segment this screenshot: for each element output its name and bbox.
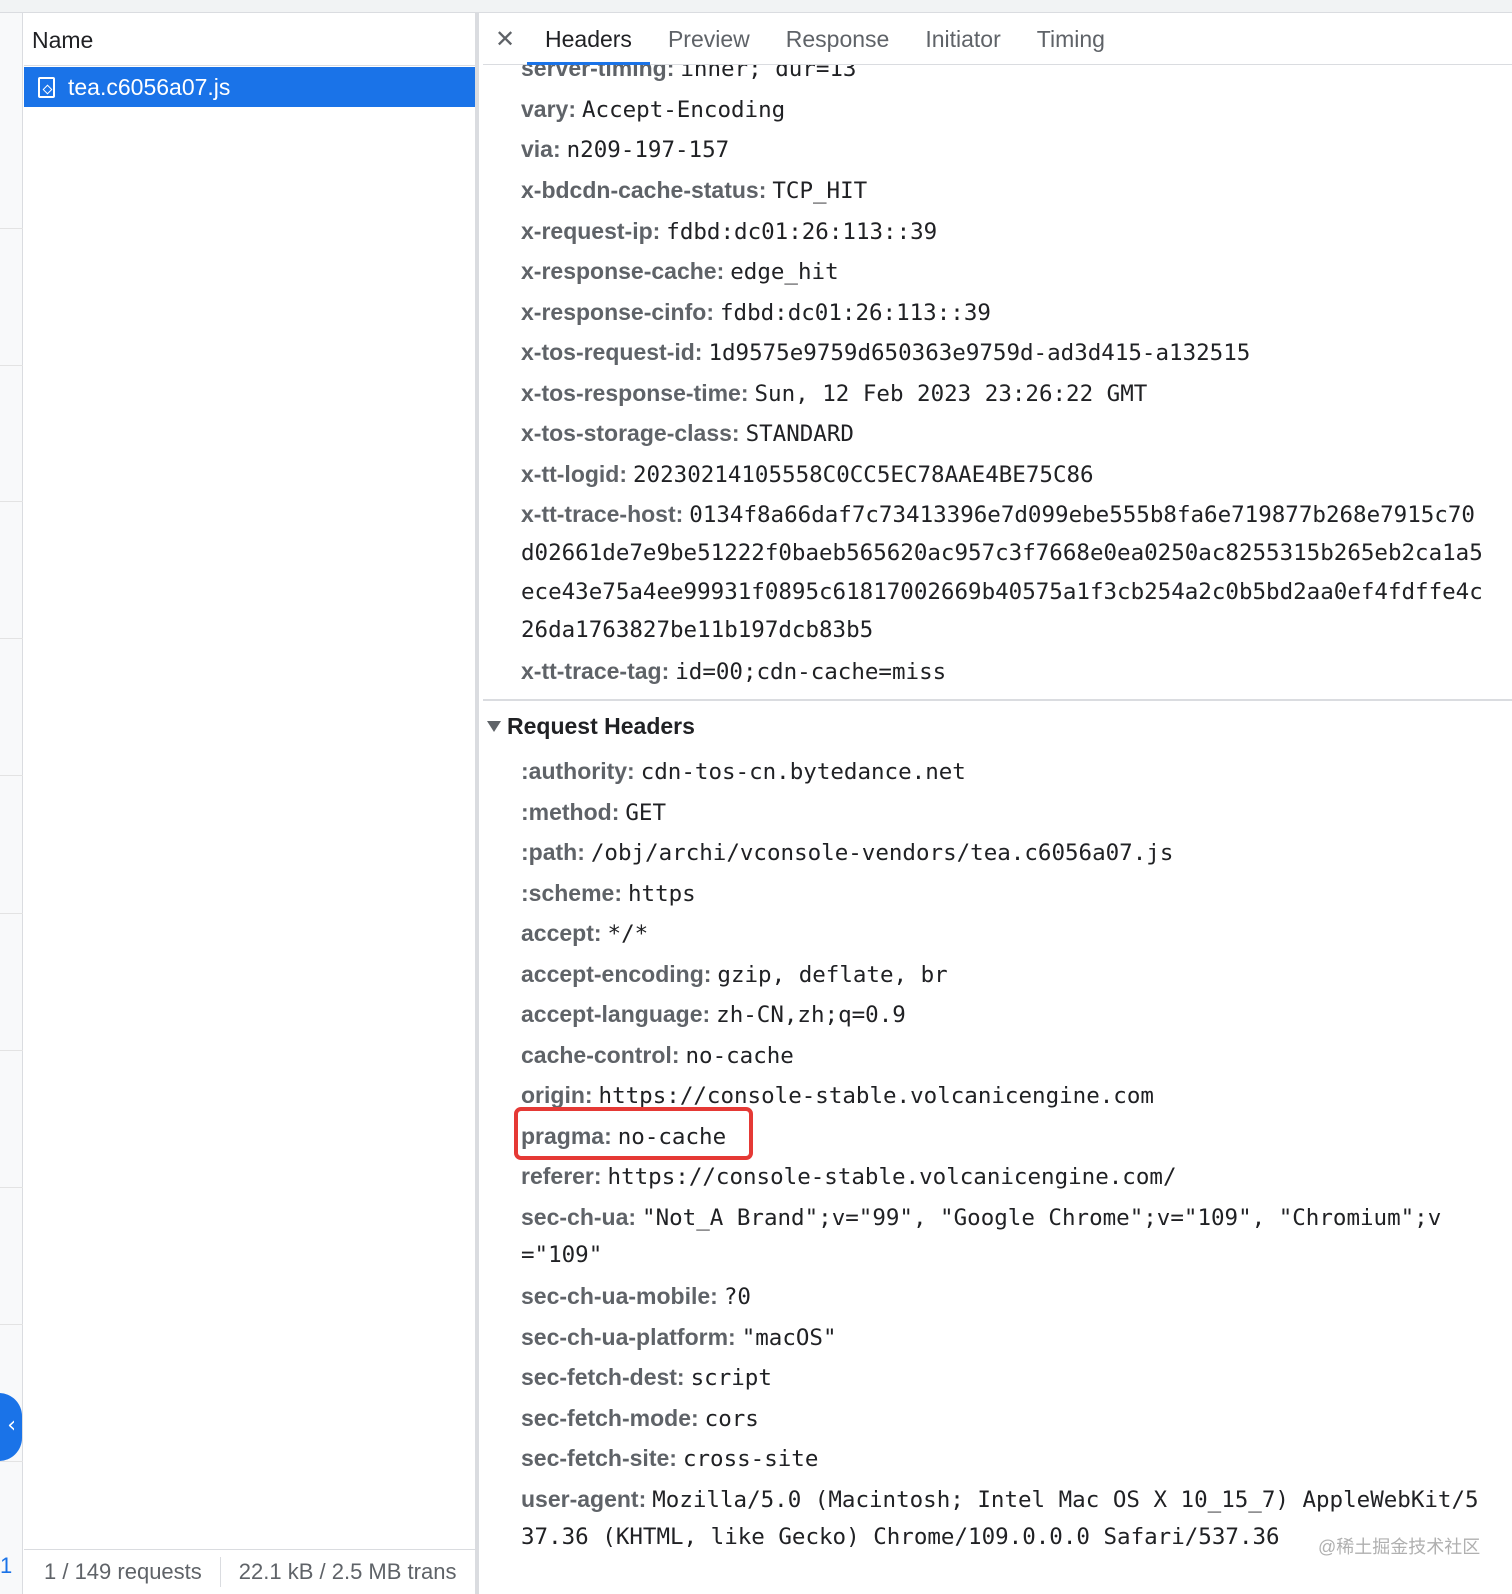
header-row: :path:/obj/archi/vconsole-vendors/tea.c6… [521, 839, 1174, 866]
section-divider [483, 699, 1512, 701]
header-value-continuation: ece43e75a4ee99931f0895c61817002669b40575… [521, 579, 1483, 605]
gutter-divider [0, 1461, 23, 1462]
header-row: via: n209-197-157 [521, 136, 730, 163]
request-file-name: tea.c6056a07.js [68, 74, 231, 100]
name-column-header[interactable]: Name [24, 13, 475, 66]
header-row: referer: https://console-stable.volcanice… [521, 1163, 1177, 1190]
gutter-divider [0, 1324, 23, 1325]
watermark: @稀土掘金技术社区 [1318, 1537, 1481, 1557]
left-gutter: ‹ 1 [0, 13, 23, 1594]
top-strip [0, 0, 1512, 13]
gutter-divider [0, 501, 23, 502]
header-row: sec-fetch-mode: cors [521, 1405, 759, 1432]
chevron-left-icon: ‹ [7, 1413, 16, 1438]
request-details-panel: ✕ Headers Preview Response Initiator Tim… [483, 13, 1512, 1594]
request-count: 1 / 149 requests [24, 1557, 221, 1587]
close-icon[interactable]: ✕ [483, 25, 527, 53]
highlight-annotation [514, 1107, 753, 1160]
script-file-icon [38, 76, 55, 98]
header-row: sec-ch-ua: "Not_A Brand";v="99", "Google … [521, 1204, 1442, 1231]
tab-initiator[interactable]: Initiator [907, 13, 1018, 65]
gutter-divider [0, 1050, 23, 1051]
section-title: Request Headers [507, 713, 695, 739]
header-row: sec-ch-ua-mobile: ?0 [521, 1283, 751, 1310]
tab-headers[interactable]: Headers [527, 13, 650, 65]
gutter-divider [0, 228, 23, 229]
header-row: x-tos-response-time: Sun, 12 Feb 2023 23:… [521, 380, 1148, 407]
tab-preview[interactable]: Preview [650, 13, 768, 65]
header-row: x-bdcdn-cache-status: TCP_HIT [521, 177, 868, 204]
tab-response[interactable]: Response [768, 13, 908, 65]
header-row: accept-language: zh-CN,zh;q=0.9 [521, 1001, 906, 1028]
headers-content: server-timing: inner; dur=13 vary: Accept-… [483, 13, 1512, 1594]
header-row: x-tt-trace-host: 0134f8a66daf7c73413396e7… [521, 501, 1475, 528]
header-row: sec-fetch-site: cross-site [521, 1445, 819, 1472]
gutter-divider [0, 638, 23, 639]
header-row: accept-encoding: gzip, deflate, br [521, 961, 948, 988]
header-value-continuation: 26da1763827be11b197dcb83b5 [521, 617, 874, 643]
transfer-size: 22.1 kB / 2.5 MB trans [238, 1559, 457, 1584]
details-tab-bar: ✕ Headers Preview Response Initiator Tim… [483, 13, 1512, 65]
request-list-panel: Name tea.c6056a07.js 1 / 149 requests 22… [24, 13, 479, 1594]
header-row: accept: */* [521, 920, 649, 947]
request-row-selected[interactable]: tea.c6056a07.js [24, 67, 475, 107]
header-row: x-request-ip: fdbd:dc01:26:113::39 [521, 218, 938, 245]
gutter-divider [0, 365, 23, 366]
tab-timing[interactable]: Timing [1019, 13, 1123, 65]
header-value-continuation: ="109" [521, 1242, 603, 1268]
triangle-down-icon [487, 720, 501, 732]
gutter-divider [0, 913, 23, 914]
header-row: x-tt-trace-tag: id=00;cdn-cache=miss [521, 658, 947, 685]
header-row: x-tos-storage-class: STANDARD [521, 420, 854, 447]
collapse-panel-button[interactable]: ‹ [0, 1393, 22, 1461]
header-row: x-response-cache: edge_hit [521, 258, 839, 285]
gutter-number: 1 [0, 1553, 13, 1578]
header-row: user-agent: Mozilla/5.0 (Macintosh; Intel… [521, 1486, 1479, 1513]
header-row: x-tt-logid: 20230214105558C0CC5EC78AAE4BE… [521, 461, 1094, 488]
header-value-continuation: 37.36 (KHTML, like Gecko) Chrome/109.0.0… [521, 1524, 1280, 1550]
gutter-divider [0, 775, 23, 776]
header-row: vary: Accept-Encoding [521, 96, 786, 123]
status-bar: 1 / 149 requests 22.1 kB / 2.5 MB trans [24, 1549, 475, 1594]
request-headers-section-toggle[interactable]: Request Headers [487, 706, 695, 746]
header-row: sec-fetch-dest: script [521, 1364, 772, 1391]
header-row: :authority: cdn-tos-cn.bytedance.net [521, 758, 966, 785]
header-value-continuation: d02661de7e9be51222f0baeb565620ac957c3f76… [521, 540, 1483, 566]
header-row: x-tos-request-id: 1d9575e9759d650363e9759… [521, 339, 1251, 366]
header-row: :scheme: https [521, 880, 696, 907]
header-row: :method: GET [521, 799, 667, 826]
header-row: cache-control: no-cache [521, 1042, 794, 1069]
header-row: sec-ch-ua-platform: "macOS" [521, 1324, 837, 1351]
header-row: x-response-cinfo: fdbd:dc01:26:113::39 [521, 299, 991, 326]
gutter-divider [0, 1187, 23, 1188]
